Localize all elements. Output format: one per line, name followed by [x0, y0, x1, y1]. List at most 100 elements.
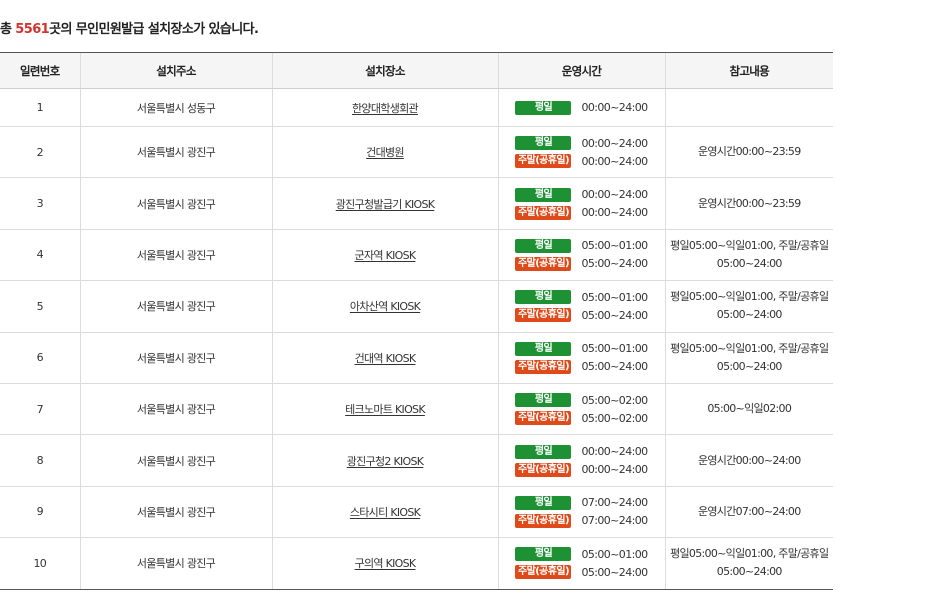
weekend-time: 05:00~24:00 — [581, 308, 648, 322]
weekend-badge: 주말(공휴일) — [515, 256, 572, 271]
hours-cell: 평일 00:00~24:00 — [497, 88, 665, 127]
weekday-time: 00:00~24:00 — [581, 188, 648, 202]
weekday-hours: 평일 00:00~24:00 — [515, 443, 648, 461]
kiosk-location-table: 일련번호 설치주소 설치장소 운영시간 참고내용 1 서울특별시 성동구 한양대학생… — [0, 52, 833, 590]
address-cell: 서울특별시 광진구 — [79, 280, 272, 333]
operating-hours: 평일 05:00~01:00 주말(공휴일) 05:00~24:00 — [515, 237, 648, 273]
weekday-badge: 평일 — [515, 393, 572, 408]
address-cell: 서울특별시 광진구 — [79, 434, 272, 487]
location-link[interactable]: 구의역 KIOSK — [355, 557, 417, 570]
hours-cell: 평일 07:00~24:00 주말(공휴일) 07:00~24:00 — [497, 486, 665, 539]
weekend-time: 00:00~24:00 — [581, 463, 648, 477]
weekend-hours: 주말(공휴일) 05:00~02:00 — [515, 409, 648, 427]
notes-cell: 05:00~익일02:00 — [664, 383, 833, 436]
weekend-badge: 주말(공휴일) — [515, 411, 572, 426]
operating-hours: 평일 00:00~24:00 — [515, 99, 648, 117]
table-row: 4 서울특별시 광진구 군자역 KIOSK 평일 05:00~01:00 주말(공휴일) 0… — [0, 229, 833, 282]
notes-cell: 평일05:00~익일01:00, 주말/공휴일 05:00~24:00 — [664, 537, 833, 590]
weekday-badge: 평일 — [515, 341, 572, 356]
location-link[interactable]: 광진구청2 KIOSK — [347, 455, 424, 468]
operating-hours: 평일 00:00~24:00 주말(공휴일) 00:00~24:00 — [515, 443, 648, 479]
weekday-time: 05:00~01:00 — [581, 342, 648, 356]
address-cell: 서울특별시 성동구 — [79, 88, 272, 127]
weekday-time: 07:00~24:00 — [581, 496, 648, 510]
weekday-badge: 평일 — [515, 187, 572, 202]
location-link[interactable]: 테크노마트 KIOSK — [345, 403, 425, 416]
weekend-badge: 주말(공휴일) — [515, 359, 572, 374]
header-notes: 참고내용 — [664, 52, 833, 89]
serial-no-cell: 4 — [0, 229, 80, 282]
location-link[interactable]: 광진구청발급기 KIOSK — [336, 198, 435, 211]
location-link[interactable]: 스타시티 KIOSK — [350, 506, 421, 519]
address-cell: 서울특별시 광진구 — [79, 332, 272, 384]
weekday-badge: 평일 — [515, 495, 572, 510]
weekend-badge: 주말(공휴일) — [515, 513, 572, 528]
notes-cell: 평일05:00~익일01:00, 주말/공휴일 05:00~24:00 — [664, 332, 833, 384]
weekend-hours: 주말(공휴일) 00:00~24:00 — [515, 204, 648, 222]
hours-cell: 평일 05:00~02:00 주말(공휴일) 05:00~02:00 — [497, 383, 665, 436]
weekend-badge: 주말(공휴일) — [515, 565, 572, 580]
weekend-badge: 주말(공휴일) — [515, 462, 572, 477]
serial-no-cell: 6 — [0, 332, 80, 384]
serial-no-cell: 1 — [0, 88, 80, 127]
location-cell: 스타시티 KIOSK — [271, 486, 498, 539]
weekend-hours: 주말(공휴일) 07:00~24:00 — [515, 512, 648, 530]
result-summary: 총 5561곳의 무인민원발급 설치장소가 있습니다. — [0, 20, 259, 40]
location-link[interactable]: 건대역 KIOSK — [355, 352, 417, 365]
notes-cell: 운영시간00:00~23:59 — [664, 126, 833, 179]
header-location: 설치장소 — [271, 52, 498, 89]
notes-cell: 평일05:00~익일01:00, 주말/공휴일 05:00~24:00 — [664, 229, 833, 282]
serial-no-cell: 9 — [0, 486, 80, 539]
weekend-badge: 주말(공휴일) — [515, 154, 572, 169]
weekend-time: 05:00~24:00 — [581, 360, 648, 374]
location-cell: 구의역 KIOSK — [271, 537, 498, 590]
weekday-badge: 평일 — [515, 444, 572, 459]
hours-cell: 평일 00:00~24:00 주말(공휴일) 00:00~24:00 — [497, 177, 665, 230]
location-link[interactable]: 건대병원 — [366, 146, 404, 159]
header-hours: 운영시간 — [497, 52, 665, 89]
weekend-time: 07:00~24:00 — [581, 514, 648, 528]
operating-hours: 평일 05:00~01:00 주말(공휴일) 05:00~24:00 — [515, 340, 648, 376]
hours-cell: 평일 05:00~01:00 주말(공휴일) 05:00~24:00 — [497, 280, 665, 333]
operating-hours: 평일 05:00~01:00 주말(공휴일) 05:00~24:00 — [515, 288, 648, 324]
weekday-hours: 평일 05:00~01:00 — [515, 288, 648, 306]
weekend-hours: 주말(공휴일) 00:00~24:00 — [515, 461, 648, 479]
notes-cell: 운영시간00:00~23:59 — [664, 177, 833, 230]
location-link[interactable]: 군자역 KIOSK — [355, 249, 417, 262]
table-row: 1 서울특별시 성동구 한양대학생회관 평일 00:00~24:00 — [0, 88, 833, 127]
weekend-hours: 주말(공휴일) 05:00~24:00 — [515, 306, 648, 324]
table-row: 9 서울특별시 광진구 스타시티 KIOSK 평일 07:00~24:00 주말(공휴일)… — [0, 486, 833, 539]
table-row: 2 서울특별시 광진구 건대병원 평일 00:00~24:00 주말(공휴일) 00:00~… — [0, 126, 833, 179]
hours-cell: 평일 00:00~24:00 주말(공휴일) 00:00~24:00 — [497, 126, 665, 179]
weekday-hours: 평일 05:00~02:00 — [515, 391, 648, 409]
location-link[interactable]: 한양대학생회관 — [352, 102, 419, 115]
notes-cell: 운영시간00:00~24:00 — [664, 434, 833, 487]
weekday-time: 00:00~24:00 — [581, 136, 648, 150]
location-link[interactable]: 아차산역 KIOSK — [350, 300, 421, 313]
location-cell: 한양대학생회관 — [271, 88, 498, 127]
serial-no-cell: 2 — [0, 126, 80, 179]
weekday-badge: 평일 — [515, 547, 572, 562]
weekend-time: 00:00~24:00 — [581, 154, 648, 168]
table-row: 6 서울특별시 광진구 건대역 KIOSK 평일 05:00~01:00 주말(공휴일) 0… — [0, 332, 833, 384]
address-cell: 서울특별시 광진구 — [79, 383, 272, 436]
result-count: 5561 — [15, 22, 50, 37]
weekday-badge: 평일 — [515, 290, 572, 305]
header-address: 설치주소 — [79, 52, 272, 89]
weekend-hours: 주말(공휴일) 05:00~24:00 — [515, 563, 648, 581]
weekday-badge: 평일 — [515, 100, 572, 115]
serial-no-cell: 3 — [0, 177, 80, 230]
notes-cell: 평일05:00~익일01:00, 주말/공휴일 05:00~24:00 — [664, 280, 833, 333]
weekend-time: 05:00~24:00 — [581, 565, 648, 579]
hours-cell: 평일 05:00~01:00 주말(공휴일) 05:00~24:00 — [497, 332, 665, 384]
summary-prefix: 총 — [0, 22, 16, 37]
weekday-time: 00:00~24:00 — [581, 101, 648, 114]
location-cell: 테크노마트 KIOSK — [271, 383, 498, 436]
weekday-hours: 평일 00:00~24:00 — [515, 134, 648, 152]
location-cell: 아차산역 KIOSK — [271, 280, 498, 333]
table-row: 8 서울특별시 광진구 광진구청2 KIOSK 평일 00:00~24:00 주말(공휴일… — [0, 434, 833, 487]
weekday-badge: 평일 — [515, 238, 572, 253]
weekend-badge: 주말(공휴일) — [515, 308, 572, 323]
table-row: 10 서울특별시 광진구 구의역 KIOSK 평일 05:00~01:00 주말(공휴일)… — [0, 537, 833, 590]
weekend-time: 00:00~24:00 — [581, 206, 648, 220]
